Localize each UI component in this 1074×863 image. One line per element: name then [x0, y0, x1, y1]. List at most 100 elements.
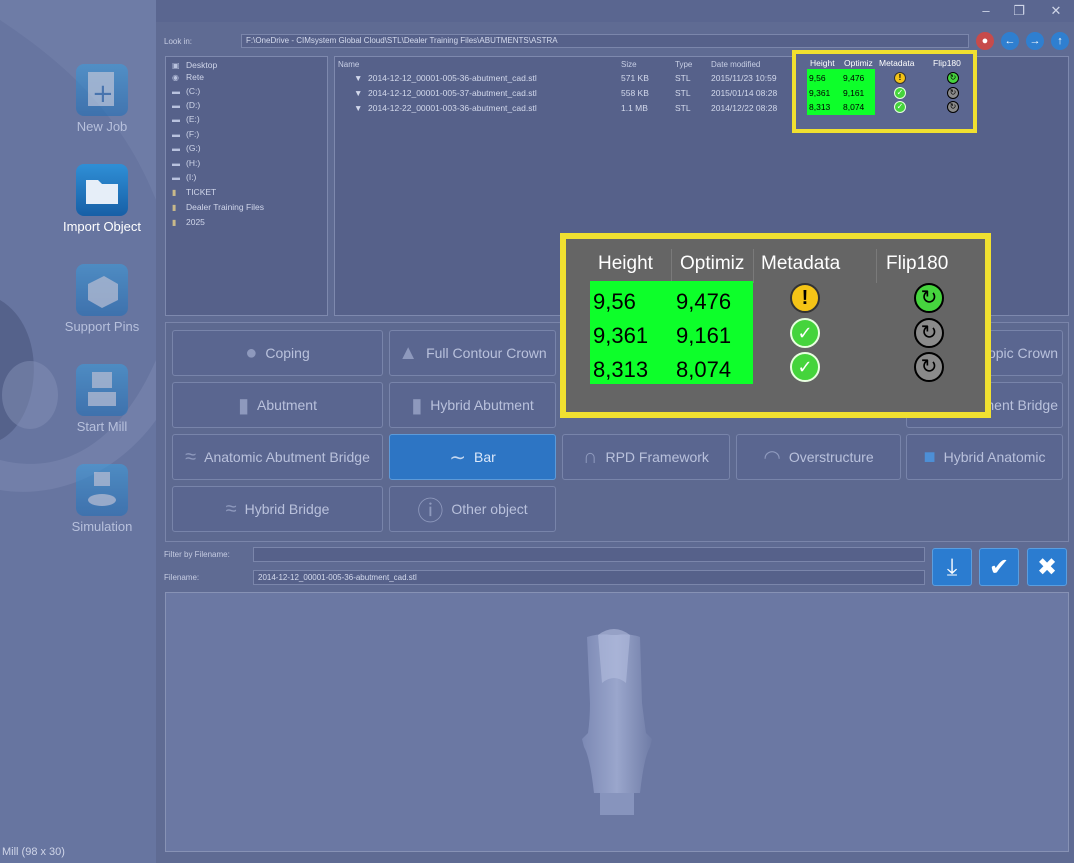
check-icon: ✓ — [790, 318, 820, 348]
category-overstructure[interactable]: ◠ Overstructure — [736, 434, 901, 480]
tree-item-h[interactable]: ▬ (H:) — [172, 158, 200, 170]
column-header-height[interactable]: Height — [810, 58, 835, 68]
sidebar-item-import-object[interactable]: Import Object — [0, 160, 156, 250]
height-value: 9,56 — [593, 289, 636, 314]
bar-icon: ∼ — [449, 446, 466, 469]
height-value: 8,313 — [593, 357, 649, 382]
sidebar-item-start-mill[interactable]: Start Mill — [0, 360, 156, 450]
category-label: Abutment — [257, 397, 317, 413]
category-abutment[interactable]: ▮ Abutment — [172, 382, 383, 428]
drive-icon: ▬ — [172, 101, 180, 110]
file-icon: ▼ — [354, 88, 363, 98]
sidebar-item-label: Start Mill — [76, 419, 128, 434]
tree-item-label: (F:) — [186, 129, 200, 139]
category-label: Anatomic Abutment Bridge — [204, 449, 370, 465]
tree-item-g[interactable]: ▬ (G:) — [172, 143, 201, 155]
category-other-object[interactable]: ⓘ Other object — [389, 486, 556, 532]
column-header-size[interactable]: Size — [621, 60, 637, 69]
tree-item-label: Dealer Training Files — [186, 202, 264, 212]
filter-input[interactable] — [253, 547, 925, 562]
category-hybrid-bridge[interactable]: ≈ Hybrid Bridge — [172, 486, 383, 532]
flip-icon[interactable]: ↻ — [947, 72, 959, 84]
check-icon: ✓ — [894, 87, 906, 99]
desktop-icon: ▣ — [172, 61, 180, 70]
sidebar: + New Job Import Object Support Pins Sta… — [0, 0, 156, 863]
sidebar-item-support-pins[interactable]: Support Pins — [0, 260, 156, 350]
filename-input[interactable]: 2014-12-12_00001-005-36-abutment_cad.stl — [253, 570, 925, 585]
file-date: 2015/01/14 08:28 — [711, 88, 778, 98]
tree-item-e[interactable]: ▬ (E:) — [172, 114, 200, 126]
flip-icon: ↻ — [914, 352, 944, 382]
category-full-contour-crown[interactable]: ▲ Full Contour Crown — [389, 330, 556, 376]
check-icon: ✓ — [790, 352, 820, 382]
cancel-button[interactable]: ✖ — [1027, 548, 1067, 586]
category-bar[interactable]: ∼ Bar — [389, 434, 556, 480]
simulation-icon — [76, 464, 128, 516]
tree-item-label: (C:) — [186, 86, 201, 96]
sidebar-item-simulation[interactable]: Simulation — [0, 460, 156, 550]
check-icon: ✓ — [894, 101, 906, 113]
column-header-optimized[interactable]: Optimiz — [844, 58, 873, 68]
status-text: Mill (98 x 30) — [2, 846, 65, 858]
category-label: Overstructure — [788, 449, 874, 465]
tree-item-2025[interactable]: ▮ 2025 — [172, 217, 205, 229]
tree-item-label: TICKET — [186, 187, 217, 197]
height-value: 9,361 — [593, 323, 649, 348]
column-header-flip[interactable]: Flip180 — [933, 58, 961, 68]
tree-item-c[interactable]: ▬ (C:) — [172, 86, 200, 98]
sidebar-item-new-job[interactable]: + New Job — [0, 60, 156, 150]
flip-icon[interactable]: ↻ — [947, 87, 959, 99]
object-preview[interactable] — [165, 592, 1069, 852]
file-type: STL — [675, 73, 691, 83]
abutment-icon: ▮ — [411, 394, 423, 417]
tree-item-f[interactable]: ▬ (F:) — [172, 129, 199, 141]
forward-button[interactable]: → — [1026, 32, 1044, 50]
drive-icon: ▬ — [172, 144, 180, 153]
category-hybrid-abutment[interactable]: ▮ Hybrid Abutment — [389, 382, 556, 428]
look-in-path[interactable]: F:\OneDrive - CIMsystem Global Cloud\STL… — [241, 34, 969, 48]
drive-icon[interactable]: ● — [976, 32, 994, 50]
category-rpd-framework[interactable]: ∩ RPD Framework — [562, 434, 730, 480]
column-divider — [753, 249, 754, 283]
optimized-value: 9,161 — [843, 88, 865, 98]
folder-icon: ▮ — [172, 218, 177, 227]
up-button[interactable]: ↑ — [1051, 32, 1069, 50]
tree-item-label: (I:) — [186, 172, 197, 182]
download-button[interactable]: ⤓ — [932, 548, 972, 586]
column-header-type[interactable]: Type — [675, 60, 692, 69]
category-anatomic-abutment-bridge[interactable]: ≈ Anatomic Abutment Bridge — [172, 434, 383, 480]
tree-item-desktop[interactable]: ▣ Desktop — [172, 60, 217, 72]
tree-item-d[interactable]: ▬ (D:) — [172, 100, 200, 112]
tree-item-rete[interactable]: ◉ Rete — [172, 72, 204, 84]
folder-tree[interactable]: ▣ Desktop ◉ Rete ▬ (C:) ▬ (D:) ▬ (E:) ▬ (F:) ▬… — [165, 56, 328, 316]
column-header-date[interactable]: Date modified — [711, 60, 760, 69]
close-window-button[interactable]: ✕ — [1046, 2, 1066, 20]
height-value: 9,361 — [809, 88, 831, 98]
category-label: Other object — [451, 501, 528, 517]
column-header-name[interactable]: Name — [338, 60, 359, 69]
minimize-button[interactable]: – — [976, 2, 996, 20]
column-header-metadata[interactable]: Metadata — [879, 58, 914, 68]
category-label: ment Bridge — [982, 397, 1058, 413]
tree-item-i[interactable]: ▬ (I:) — [172, 172, 196, 184]
file-type: STL — [675, 103, 691, 113]
file-size: 571 KB — [621, 73, 649, 83]
confirm-button[interactable]: ✔ — [979, 548, 1019, 586]
file-icon: ▼ — [354, 73, 363, 83]
category-coping[interactable]: ● Coping — [172, 330, 383, 376]
back-button[interactable]: ← — [1001, 32, 1019, 50]
restore-button[interactable]: ❐ — [1009, 2, 1029, 20]
bridge-icon: ≈ — [185, 445, 197, 468]
category-label: Hybrid Bridge — [244, 501, 330, 517]
tree-item-label: (D:) — [186, 100, 201, 110]
category-hybrid-anatomic[interactable]: ■ Hybrid Anatomic — [906, 434, 1063, 480]
flip-icon[interactable]: ↻ — [947, 101, 959, 113]
optimized-value: 9,161 — [676, 323, 732, 348]
tree-item-ticket[interactable]: ▮ TICKET — [172, 187, 216, 199]
file-name: 2014-12-12_00001-005-36-abutment_cad.stl — [368, 73, 537, 83]
tree-item-dealer-training-files[interactable]: ▮ Dealer Training Files — [172, 202, 264, 214]
metadata-highlight: Height Optimiz Metadata Flip180 9,56 9,4… — [792, 50, 977, 133]
height-value: 9,56 — [809, 73, 826, 83]
tree-item-label: 2025 — [186, 217, 205, 227]
category-label: opic Crown — [987, 345, 1058, 361]
